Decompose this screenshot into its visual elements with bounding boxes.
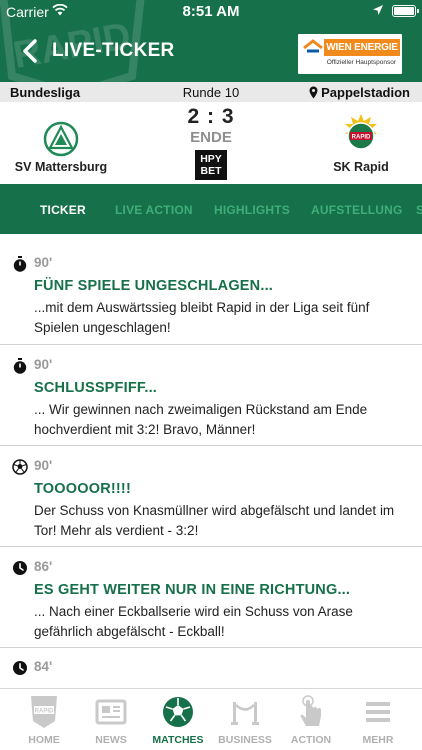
nav-news[interactable]: NEWS (76, 689, 146, 750)
rapid-crest-icon[interactable]: RAPID (342, 112, 380, 158)
entry-title: SCHLUSSPFIFF... (34, 380, 158, 396)
sponsor-name: WIEN ENERGIE (324, 39, 400, 56)
tab-aufstellung[interactable]: AUFSTELLUNG (311, 203, 403, 217)
home-team-name[interactable]: SV Mattersburg (0, 160, 122, 174)
battery-icon (392, 5, 419, 17)
entry-title: ES GEHT WEITER NUR IN EINE RICHTUNG... (34, 582, 351, 598)
nav-matches-label: MATCHES (152, 734, 204, 746)
entry-text: Der Schuss von Knasmüllner wird abgefäls… (34, 503, 395, 538)
stopwatch-icon (13, 358, 27, 374)
sponsor-logo-icon (303, 39, 323, 53)
ticker-tab-bar: TICKER LIVE ACTION HIGHLIGHTS AUFSTELLUN… (0, 184, 422, 234)
nav-mehr-label: MEHR (362, 734, 394, 746)
app-header: RAPID Carrier 8:51 AM LIVE-TICKER WIEN E… (0, 0, 422, 82)
tab-highlights[interactable]: HIGHLIGHTS (214, 203, 290, 217)
ticker-entry: 84' (0, 648, 422, 688)
map-pin-icon (309, 86, 318, 99)
entry-minute: 84' (34, 659, 53, 674)
sponsor-subtitle: Offizieller Hauptsponsor (326, 59, 396, 66)
tab-live-action[interactable]: LIVE ACTION (115, 203, 193, 217)
stopwatch-icon (13, 256, 27, 272)
nav-business-label: BUSINESS (218, 734, 272, 746)
betting-line-1: HPY (200, 153, 222, 165)
soccer-ball-icon (12, 459, 28, 475)
match-info-bar: Bundesliga Runde 10 Pappelstadion (0, 82, 422, 102)
nav-mehr[interactable]: MEHR (343, 689, 413, 750)
venue-name: Pappelstadion (321, 85, 410, 100)
entry-minute: 90' (34, 255, 53, 270)
match-scoreboard: SV Mattersburg 2 : 3 ENDE HPY BET RAPID … (0, 102, 422, 184)
svg-text:RAPID: RAPID (35, 709, 54, 715)
ticker-entry: 90' TOOOOOR!!!! Der Schuss von Knasmülln… (0, 446, 422, 547)
away-team-name[interactable]: SK Rapid (300, 160, 422, 174)
entry-text: ... Wir gewinnen nach zweimaligen Rückst… (34, 402, 368, 437)
tab-ticker[interactable]: TICKER (40, 203, 86, 217)
nav-action-label: ACTION (290, 734, 332, 746)
clock-icon (13, 561, 27, 575)
entry-minute: 86' (34, 559, 53, 574)
rapid-crest-icon: RAPID (31, 696, 57, 728)
entry-minute: 90' (34, 458, 53, 473)
touch-hand-icon (300, 695, 321, 726)
entry-minute: 90' (34, 357, 53, 372)
venue-label: Pappelstadion (309, 85, 410, 100)
betting-partner-logo[interactable]: HPY BET (195, 150, 227, 180)
entry-text: ... Nach einer Eckballserie wird ein Sch… (34, 604, 353, 639)
ticker-entry: 86' ES GEHT WEITER NUR IN EINE RICHTUNG.… (0, 547, 422, 648)
tab-partial[interactable]: S (416, 203, 422, 217)
entry-title: FÜNF SPIELE UNGESCHLAGEN... (34, 278, 274, 294)
ticker-entry: 90' FÜNF SPIELE UNGESCHLAGEN... ...mit d… (0, 234, 422, 345)
clock-time: 8:51 AM (182, 3, 240, 20)
menu-icon (366, 702, 390, 722)
sponsor-badge[interactable]: WIEN ENERGIE Offizieller Hauptsponsor (298, 34, 402, 74)
soccer-ball-icon (163, 697, 193, 727)
entry-text: ...mit dem Auswärtssieg bleibt Rapid in … (34, 300, 370, 335)
nav-news-label: NEWS (95, 734, 127, 746)
back-button[interactable] (18, 38, 42, 64)
nav-action[interactable]: ACTION (276, 689, 346, 750)
page-title: LIVE-TICKER (52, 40, 175, 61)
vip-barrier-icon (231, 702, 259, 725)
ticker-feed[interactable]: 90' FÜNF SPIELE UNGESCHLAGEN... ...mit d… (0, 234, 422, 688)
location-arrow-icon (373, 5, 383, 15)
svg-text:RAPID: RAPID (352, 135, 371, 141)
betting-line-2: BET (200, 165, 222, 177)
newspaper-icon (95, 699, 127, 725)
nav-business[interactable]: BUSINESS (210, 689, 280, 750)
ticker-entry: 90' SCHLUSSPFIFF... ... Wir gewinnen nac… (0, 345, 422, 446)
bottom-tab-bar: RAPID HOME NEWS MATCHES BUSINESS ACTION … (0, 688, 422, 750)
clock-icon (13, 661, 27, 675)
entry-title: TOOOOOR!!!! (34, 481, 131, 497)
nav-home-label: HOME (28, 734, 60, 746)
status-bar: Carrier 8:51 AM (0, 0, 422, 22)
nav-matches[interactable]: MATCHES (143, 689, 213, 750)
nav-home[interactable]: RAPID HOME (9, 689, 79, 750)
